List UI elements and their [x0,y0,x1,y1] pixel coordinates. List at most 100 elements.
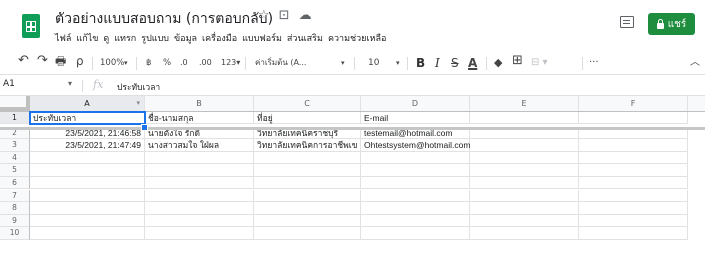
row-header-1[interactable]: 1 [0,112,30,125]
cell-f[interactable] [579,151,688,165]
selection-fill-handle[interactable] [141,124,148,131]
move-folder-icon[interactable]: ⊡ [279,8,290,23]
zoom-select[interactable]: 100% [100,55,124,71]
column-header-c[interactable]: C [254,96,361,111]
cell-email[interactable] [361,202,470,215]
cell-f[interactable] [579,112,688,125]
more-formats-button[interactable]: 123▾ [221,55,240,71]
cell-email[interactable]: Ohtestsystem@hotmail.com [361,139,470,152]
cell-f[interactable] [579,214,688,228]
frozen-row-divider[interactable] [0,127,705,130]
document-title[interactable]: ตัวอย่างแบบสอบถาม (การตอบกลับ) [55,8,273,30]
column-header-d[interactable]: D [361,96,470,111]
cell-name[interactable] [145,214,254,228]
cell-name[interactable] [145,164,254,177]
column-header-a[interactable]: A ▾ [30,96,145,111]
collapse-menu-icon[interactable]: ︿ [690,55,700,71]
strikethrough-button[interactable]: S [451,55,459,71]
cell-email[interactable] [361,214,470,228]
cell-email[interactable] [361,164,470,177]
row-header-9[interactable]: 9 [0,214,30,228]
print-icon[interactable]: 🖶 [55,53,66,69]
cell-f[interactable] [579,139,688,152]
menu-file[interactable]: ไฟล์ [55,31,76,45]
more-options-icon[interactable]: ··· [589,55,599,71]
row-header-4[interactable]: 4 [0,151,30,165]
italic-button[interactable]: I [435,55,440,71]
increase-decimal-button[interactable]: .00 [199,55,212,71]
currency-format-button[interactable]: ฿ [146,55,151,71]
column-header-b[interactable]: B [145,96,254,111]
cell-f[interactable] [579,164,688,177]
cell-address[interactable] [254,214,361,228]
menu-data[interactable]: ข้อมูล [174,31,202,45]
cell-name[interactable] [145,177,254,190]
redo-icon[interactable]: ↷ [37,53,48,69]
cell-timestamp[interactable]: 23/5/2021, 21:47:49 [30,139,145,152]
cell-e[interactable] [470,151,579,165]
comment-history-icon[interactable] [620,16,634,28]
share-button[interactable]: แชร์ [648,13,695,35]
cell-e[interactable] [470,164,579,177]
cell-address[interactable] [254,151,361,165]
cell-timestamp[interactable] [30,214,145,228]
font-size-caret-icon[interactable]: ▾ [396,55,400,71]
menu-tools[interactable]: เครื่องมือ [202,31,242,45]
font-caret-icon[interactable]: ▾ [341,55,345,71]
cell-f[interactable] [579,189,688,202]
cell-timestamp[interactable] [30,189,145,202]
cell-address[interactable] [254,177,361,190]
cell-email[interactable] [361,227,470,240]
cell-email[interactable] [361,189,470,202]
cell-address[interactable] [254,202,361,215]
menu-edit[interactable]: แก้ไข [76,31,103,45]
row-header-7[interactable]: 7 [0,189,30,202]
select-all-corner[interactable] [0,96,30,111]
name-box[interactable]: A1 [3,79,15,89]
borders-icon[interactable]: ⊞ [512,53,523,69]
cell-timestamp[interactable] [30,202,145,215]
column-menu-caret-icon[interactable]: ▾ [136,96,140,111]
cell-e[interactable] [470,177,579,190]
cell-e[interactable] [470,202,579,215]
cell-e[interactable] [470,112,579,125]
cell-email[interactable]: E-mail [361,112,470,125]
font-size-select[interactable]: 10 [368,55,379,71]
cell-name[interactable]: ชื่อ-นามสกุล [145,112,254,125]
cell-address[interactable] [254,189,361,202]
fill-color-icon[interactable]: ◆ [494,55,502,71]
cell-timestamp[interactable] [30,177,145,190]
cell-name[interactable] [145,202,254,215]
cell-f[interactable] [579,202,688,215]
cell-timestamp[interactable]: ประทับเวลา [29,110,146,126]
cell-timestamp[interactable] [30,151,145,165]
menu-form[interactable]: แบบฟอร์ม [242,31,287,45]
formula-input[interactable]: ประทับเวลา [117,80,160,94]
cell-name[interactable] [145,227,254,240]
cell-timestamp[interactable] [30,164,145,177]
zoom-caret-icon[interactable]: ▾ [124,55,128,71]
decrease-decimal-button[interactable]: .0 [180,55,188,71]
cell-name[interactable] [145,151,254,165]
menu-addons[interactable]: ส่วนเสริม [287,31,328,45]
row-header-8[interactable]: 8 [0,202,30,215]
percent-format-button[interactable]: % [163,55,171,71]
cell-address[interactable] [254,227,361,240]
row-header-6[interactable]: 6 [0,177,30,190]
cell-email[interactable] [361,177,470,190]
menu-help[interactable]: ความช่วยเหลือ [328,31,391,45]
cell-email[interactable] [361,151,470,165]
row-header-5[interactable]: 5 [0,164,30,177]
star-icon[interactable]: ☆ [258,8,270,23]
cell-e[interactable] [470,189,579,202]
merge-cells-icon[interactable]: ⊟ ▾ [531,55,548,71]
undo-icon[interactable]: ↶ [18,53,29,69]
menu-format[interactable]: รูปแบบ [141,31,174,45]
font-family-select[interactable]: ค่าเริ่มต้น (A... [255,55,306,71]
bold-button[interactable]: B [416,55,425,71]
sheets-logo-icon[interactable] [22,14,40,38]
cell-e[interactable] [470,214,579,228]
cell-address[interactable]: ที่อยู่ [254,112,361,125]
paint-format-icon[interactable]: ⍴ [76,53,84,69]
row-header-3[interactable]: 3 [0,139,30,152]
